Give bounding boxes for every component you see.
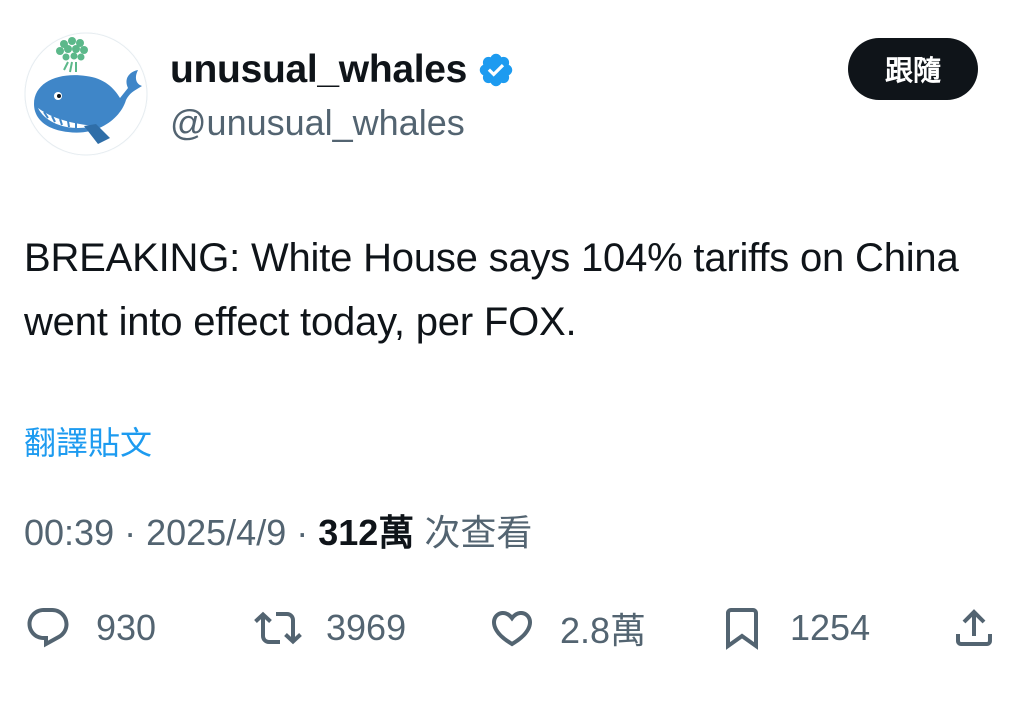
- bookmark-button[interactable]: 1254: [718, 598, 870, 658]
- follow-button[interactable]: 跟隨: [848, 38, 978, 100]
- avatar[interactable]: [24, 32, 148, 156]
- reply-count: 930: [96, 607, 157, 648]
- verified-badge-icon: [477, 51, 515, 89]
- bookmark-count: 1254: [790, 607, 871, 648]
- heart-icon: [491, 611, 533, 647]
- repost-icon: [254, 611, 302, 645]
- views-label: 次查看: [424, 513, 533, 554]
- like-button[interactable]: 2.8萬: [488, 598, 646, 658]
- bookmark-icon: [726, 608, 758, 650]
- author-handle[interactable]: @unusual_whales: [170, 100, 465, 146]
- translate-post-link[interactable]: 翻譯貼文: [24, 420, 152, 466]
- meta-separator: ·: [114, 512, 147, 553]
- share-icon: [956, 609, 992, 646]
- action-bar: 930 3969 2.8萬 1254: [0, 598, 1024, 658]
- tweet-meta: 00:39 · 2025/4/9 · 312萬 次查看: [24, 510, 532, 557]
- repost-count: 3969: [326, 607, 407, 648]
- tweet-date[interactable]: 2025/4/9: [146, 512, 286, 553]
- meta-separator: ·: [286, 512, 319, 553]
- repost-button[interactable]: 3969: [254, 598, 406, 658]
- views-count[interactable]: 312萬: [318, 512, 414, 553]
- share-button[interactable]: [950, 598, 998, 658]
- reply-button[interactable]: 930: [24, 598, 156, 658]
- author-display-name[interactable]: unusual_whales: [170, 44, 515, 96]
- display-name-text[interactable]: unusual_whales: [170, 44, 467, 96]
- reply-icon: [27, 608, 69, 648]
- tweet-text: BREAKING: White House says 104% tariffs …: [24, 236, 959, 344]
- tweet-time[interactable]: 00:39: [24, 512, 114, 553]
- whale-logo-icon: [24, 32, 148, 156]
- like-count: 2.8萬: [560, 610, 647, 651]
